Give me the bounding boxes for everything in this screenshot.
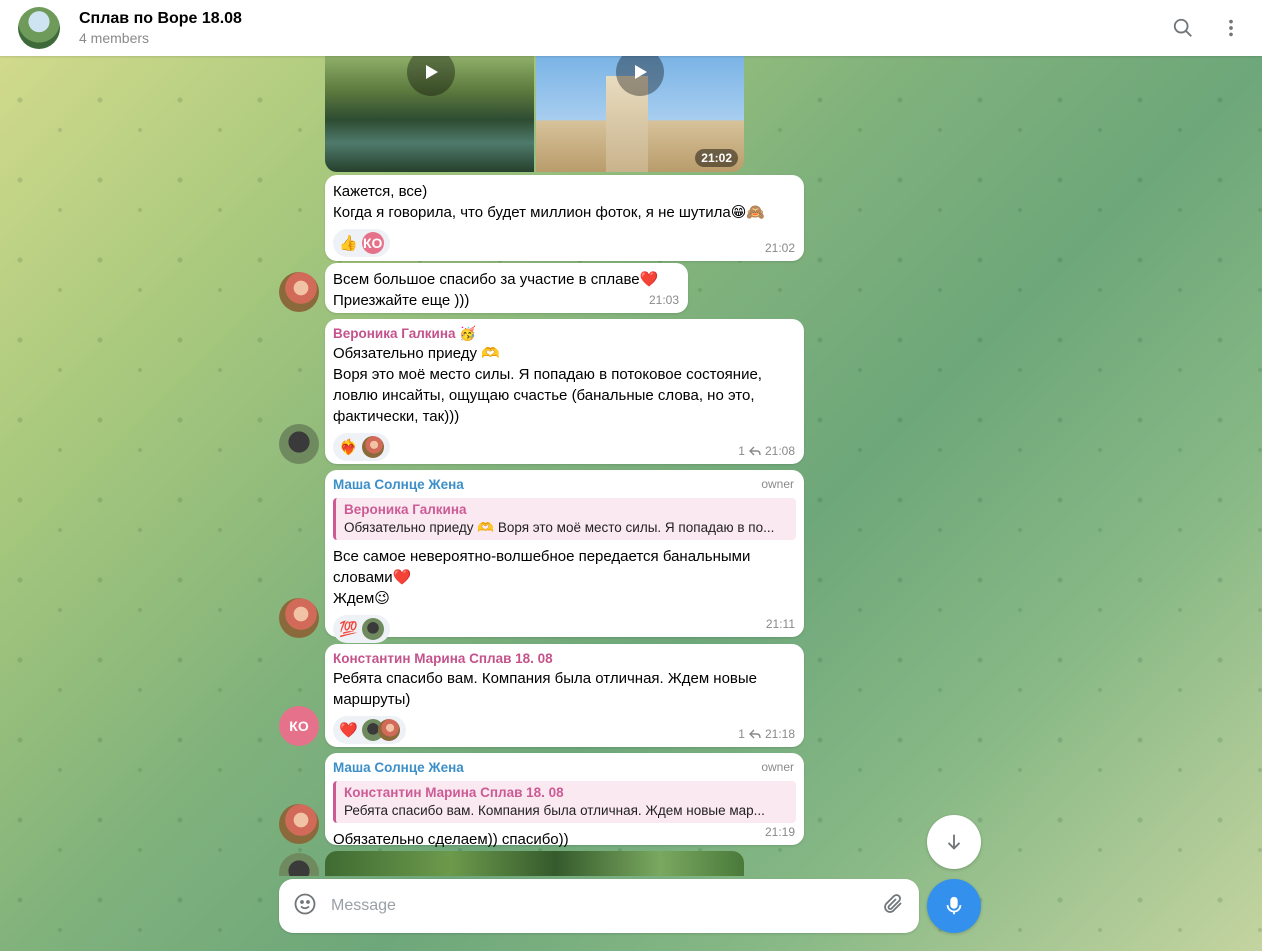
message-text: словами❤️ <box>333 569 412 586</box>
play-icon[interactable] <box>407 56 455 96</box>
chat-header: Сплав по Воре 18.08 4 members <box>0 0 1262 56</box>
play-icon[interactable] <box>616 56 664 96</box>
chat-avatar[interactable] <box>18 7 60 49</box>
time-text: 21:18 <box>764 727 795 741</box>
sender-name[interactable]: Маша Солнце Жена <box>333 476 796 494</box>
reply-quote[interactable]: Вероника Галкина Обязательно приеду 🫶 Во… <box>333 498 796 540</box>
more-vertical-icon[interactable] <box>1218 15 1244 41</box>
reaction-thumbs-up[interactable]: 👍 КО <box>333 229 390 257</box>
message-text: ловлю инсайты, ощущаю счастье (банальные… <box>333 387 755 404</box>
video-thumbnail[interactable]: 21:02 <box>536 56 744 172</box>
reaction-hundred[interactable]: 💯 <box>333 615 390 643</box>
arrow-down-icon <box>947 834 961 850</box>
message-bubble[interactable]: Вероника Галкина 🥳 Обязательно приеду 🫶 … <box>325 319 804 464</box>
message-meta: 1 21:18 <box>738 727 795 741</box>
message-bubble[interactable]: Кажется, все) Когда я говорила, что буде… <box>325 175 804 261</box>
sender-name[interactable]: Константин Марина Сплав 18. 08 <box>333 650 796 668</box>
chat-title: Сплав по Воре 18.08 <box>79 10 242 27</box>
reply-author: Константин Марина Сплав 18. 08 <box>344 785 564 800</box>
message-bubble[interactable]: Всем большое спасибо за участие в сплаве… <box>325 263 688 313</box>
message-text: Всем большое спасибо за участие в сплаве… <box>333 271 659 288</box>
photo-message[interactable] <box>325 851 744 876</box>
avatar[interactable] <box>279 272 319 312</box>
reaction-emoji: ❤️ <box>339 722 358 739</box>
message-meta: 1 21:08 <box>738 444 795 458</box>
reply-quote[interactable]: Константин Марина Сплав 18. 08 Ребята сп… <box>333 781 796 823</box>
owner-badge: owner <box>761 477 794 491</box>
message-bubble[interactable]: Маша Солнце Жена owner Константин Марина… <box>325 753 804 848</box>
reactor-avatar <box>377 719 400 741</box>
message-text: Когда я говорила, что будет миллион фото… <box>333 204 766 221</box>
reaction-heart[interactable]: ❤️ <box>333 716 406 744</box>
message-text: Все самое невероятно-волшебное передаетс… <box>333 548 751 565</box>
replies-count: 1 <box>738 727 745 741</box>
reaction-emoji: 💯 <box>339 621 358 638</box>
search-icon[interactable] <box>1170 15 1196 41</box>
reactions: 👍 КО <box>333 229 796 257</box>
video-thumbnail[interactable] <box>325 56 534 172</box>
avatar[interactable]: КО <box>279 706 319 746</box>
message-text: маршруты) <box>333 691 411 708</box>
voice-record-button[interactable] <box>927 879 981 933</box>
reactor-avatar: КО <box>361 232 384 254</box>
message-text: Обязательно приеду 🫶 <box>333 345 500 362</box>
replies-count: 1 <box>738 444 745 458</box>
reply-arrow-icon <box>748 729 761 739</box>
time-text: 21:08 <box>764 444 795 458</box>
scroll-down-button[interactable] <box>927 815 981 869</box>
message-text: Кажется, все) <box>333 183 428 200</box>
reactor-avatar <box>361 618 384 640</box>
avatar[interactable] <box>279 853 319 876</box>
reactions: ❤️‍🔥 <box>333 433 796 461</box>
microphone-icon <box>946 896 962 915</box>
smile-icon[interactable] <box>293 892 317 920</box>
message-text: Воря это моё место силы. Я попадаю в пот… <box>333 366 762 383</box>
message-text: Ребята спасибо вам. Компания была отличн… <box>333 670 758 687</box>
reply-author: Вероника Галкина <box>344 502 467 517</box>
message-time: 21:03 <box>648 293 679 307</box>
message-time: 21:11 <box>765 617 795 631</box>
message-time: 21:19 <box>764 825 795 839</box>
sender-name[interactable]: Маша Солнце Жена <box>333 759 796 777</box>
message-text: Обязательно сделаем)) спасибо)) <box>333 831 569 848</box>
reaction-heart-on-fire[interactable]: ❤️‍🔥 <box>333 433 390 461</box>
reactor-avatar <box>361 436 384 458</box>
message-text: Ждем😉 <box>333 590 390 607</box>
message-composer <box>279 879 919 933</box>
reactions: ❤️ <box>333 716 796 744</box>
message-time: 21:02 <box>695 149 738 167</box>
message-time: 21:02 <box>764 241 795 255</box>
owner-badge: owner <box>761 760 794 774</box>
sender-name[interactable]: Вероника Галкина 🥳 <box>333 325 796 343</box>
reaction-emoji: 👍 <box>339 235 358 252</box>
message-text: фактически, так))) <box>333 408 460 425</box>
reaction-emoji: ❤️‍🔥 <box>339 439 358 456</box>
chat-members-count: 4 members <box>79 30 150 46</box>
reply-text: Обязательно приеду 🫶 Воря это моё место … <box>344 520 775 535</box>
chat-info[interactable]: Сплав по Воре 18.08 4 members <box>79 9 242 47</box>
reactions: 💯 <box>333 615 796 643</box>
reply-text: Ребята спасибо вам. Компания была отличн… <box>344 803 765 818</box>
avatar[interactable] <box>279 424 319 464</box>
avatar[interactable] <box>279 804 319 844</box>
message-text: Приезжайте еще ))) <box>333 292 470 309</box>
paperclip-icon[interactable] <box>881 892 905 920</box>
video-album[interactable]: 21:02 <box>325 56 744 172</box>
avatar[interactable] <box>279 598 319 638</box>
message-input[interactable] <box>331 897 881 915</box>
message-bubble[interactable]: Маша Солнце Жена owner Вероника Галкина … <box>325 470 804 643</box>
message-bubble[interactable]: Константин Марина Сплав 18. 08 Ребята сп… <box>325 644 804 747</box>
message-list[interactable]: 21:02 Кажется, все) Когда я говорила, чт… <box>0 56 1262 876</box>
reply-arrow-icon <box>748 446 761 456</box>
